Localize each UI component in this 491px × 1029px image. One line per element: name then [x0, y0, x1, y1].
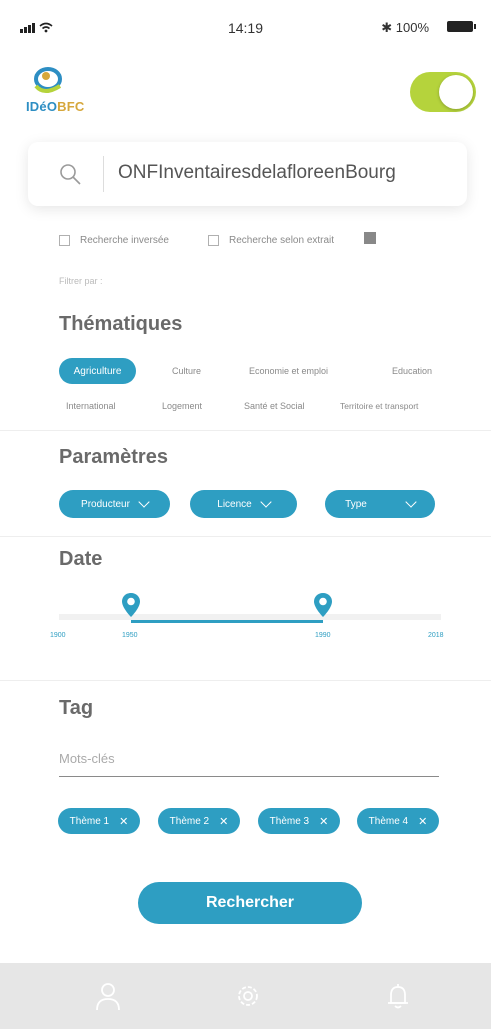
- date-tick-end: 1990: [315, 632, 331, 639]
- search-separator: [103, 156, 104, 192]
- profile-icon[interactable]: [93, 981, 123, 1011]
- close-icon[interactable]: ✕: [418, 815, 427, 828]
- theme-education[interactable]: Education: [392, 366, 432, 376]
- search-input[interactable]: ONFInventairesdelafloreenBourg: [118, 162, 458, 184]
- tag-title: Tag: [59, 697, 94, 719]
- search-button[interactable]: Rechercher: [138, 882, 362, 924]
- type-label: Type: [345, 498, 367, 510]
- reverse-search-checkbox[interactable]: [59, 234, 70, 246]
- producteur-dropdown[interactable]: Producteur: [59, 490, 170, 518]
- divider: [0, 430, 491, 431]
- parametres-title: Paramètres: [59, 446, 168, 468]
- date-tick-start: 1950: [122, 632, 138, 639]
- theme-territoire[interactable]: Territoire et transport: [340, 401, 418, 411]
- battery-icon: [447, 21, 476, 32]
- slider-handle-end-icon[interactable]: [313, 592, 333, 618]
- type-dropdown[interactable]: Type: [325, 490, 435, 518]
- tag-chip-label: Thème 3: [269, 815, 310, 827]
- close-icon[interactable]: ✕: [319, 815, 328, 828]
- theme-sante[interactable]: Santé et Social: [244, 401, 305, 411]
- toggle-knob: [439, 75, 473, 109]
- status-bar: 14:19 ✱ 100%: [0, 0, 491, 48]
- chevron-down-icon: [260, 496, 272, 508]
- bell-icon[interactable]: [383, 981, 413, 1011]
- theme-international[interactable]: International: [66, 401, 116, 411]
- extract-search-label: Recherche selon extrait: [229, 234, 335, 246]
- keywords-input[interactable]: Mots-clés: [59, 751, 439, 777]
- tag-chip-label: Thème 1: [69, 815, 110, 827]
- divider: [0, 680, 491, 681]
- producteur-label: Producteur: [81, 498, 130, 510]
- date-slider-range: [131, 620, 323, 623]
- date-title: Date: [59, 548, 103, 570]
- date-tick-max: 2018: [428, 632, 444, 639]
- settings-icon[interactable]: [233, 981, 263, 1011]
- search-icon: [60, 164, 81, 185]
- battery-text: ✱ 100%: [381, 20, 429, 36]
- reverse-search-option[interactable]: Recherche inversée: [59, 232, 169, 248]
- mode-toggle[interactable]: [410, 72, 476, 112]
- date-tick-min: 1900: [50, 632, 66, 639]
- tab-bar: [0, 963, 491, 1029]
- licence-label: Licence: [217, 498, 252, 510]
- filter-label: Filtrer par :: [59, 276, 103, 286]
- theme-culture[interactable]: Culture: [172, 366, 201, 376]
- image-icon[interactable]: [364, 232, 376, 244]
- chevron-down-icon: [138, 496, 150, 508]
- logo-text-ideo: IDéO: [26, 99, 58, 114]
- licence-dropdown[interactable]: Licence: [190, 490, 297, 518]
- extract-search-checkbox[interactable]: [208, 234, 219, 246]
- tag-chip-3[interactable]: Thème 3 ✕: [258, 808, 340, 834]
- theme-logement[interactable]: Logement: [162, 401, 202, 411]
- reverse-search-label: Recherche inversée: [80, 234, 169, 246]
- battery-percent: 100%: [395, 20, 429, 35]
- bluetooth-icon: ✱: [381, 20, 393, 35]
- tag-chip-2[interactable]: Thème 2 ✕: [158, 808, 240, 834]
- tag-chip-4[interactable]: Thème 4 ✕: [357, 808, 439, 834]
- chevron-down-icon: [405, 496, 417, 508]
- divider: [0, 536, 491, 537]
- tag-chip-label: Thème 2: [169, 815, 210, 827]
- close-icon[interactable]: ✕: [119, 815, 128, 828]
- close-icon[interactable]: ✕: [219, 815, 228, 828]
- slider-handle-start-icon[interactable]: [121, 592, 141, 618]
- theme-economie[interactable]: Economie et emploi: [249, 366, 328, 376]
- extract-search-option[interactable]: Recherche selon extrait: [208, 232, 334, 248]
- tag-chip-label: Thème 4: [368, 815, 409, 827]
- theme-chip-agriculture[interactable]: Agriculture: [59, 358, 136, 384]
- logo-text: IDéOBFC: [26, 99, 84, 114]
- tag-chip-1[interactable]: Thème 1 ✕: [58, 808, 140, 834]
- logo-text-bfc: BFC: [57, 99, 85, 114]
- thematiques-title: Thématiques: [59, 313, 183, 335]
- search-bar[interactable]: ONFInventairesdelafloreenBourg: [28, 142, 467, 206]
